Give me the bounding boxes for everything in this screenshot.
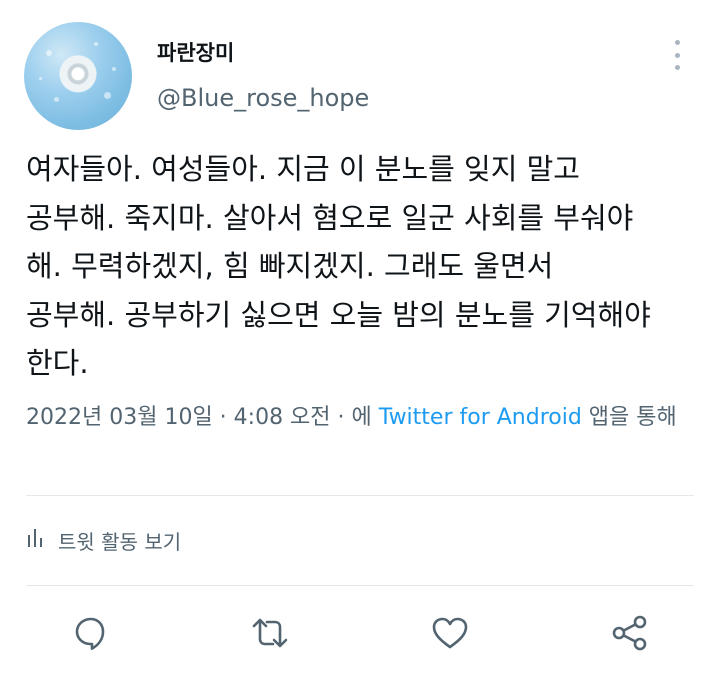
reply-icon[interactable]: [71, 613, 111, 653]
retweet-icon[interactable]: [250, 613, 290, 653]
more-vertical-icon[interactable]: [672, 40, 682, 70]
timestamp[interactable]: 2022년 03월 10일 · 4:08 오전 · 에: [26, 405, 379, 430]
bar-chart-icon: [26, 527, 46, 554]
source-link[interactable]: Twitter for Android: [379, 405, 582, 430]
display-name[interactable]: 파란장미: [157, 40, 234, 66]
avatar[interactable]: [24, 22, 132, 130]
heart-icon[interactable]: [430, 613, 470, 653]
tweet-actions: [0, 605, 720, 661]
tweet-text: 여자들아. 여성들아. 지금 이 분노를 잊지 말고 공부해. 죽지마. 살아서…: [26, 152, 651, 380]
user-handle[interactable]: @Blue_rose_hope: [157, 83, 369, 113]
activity-label: 트윗 활동 보기: [58, 529, 182, 554]
divider: [26, 495, 694, 496]
source-suffix: 앱을 통해: [581, 405, 677, 430]
tweet-activity-link[interactable]: 트윗 활동 보기: [26, 525, 181, 555]
divider: [26, 585, 694, 586]
share-icon[interactable]: [610, 613, 650, 653]
tweet-meta: 2022년 03월 10일 · 4:08 오전 · 에 Twitter for …: [26, 400, 696, 435]
tweet-header: 파란장미 @Blue_rose_hope: [24, 22, 696, 132]
